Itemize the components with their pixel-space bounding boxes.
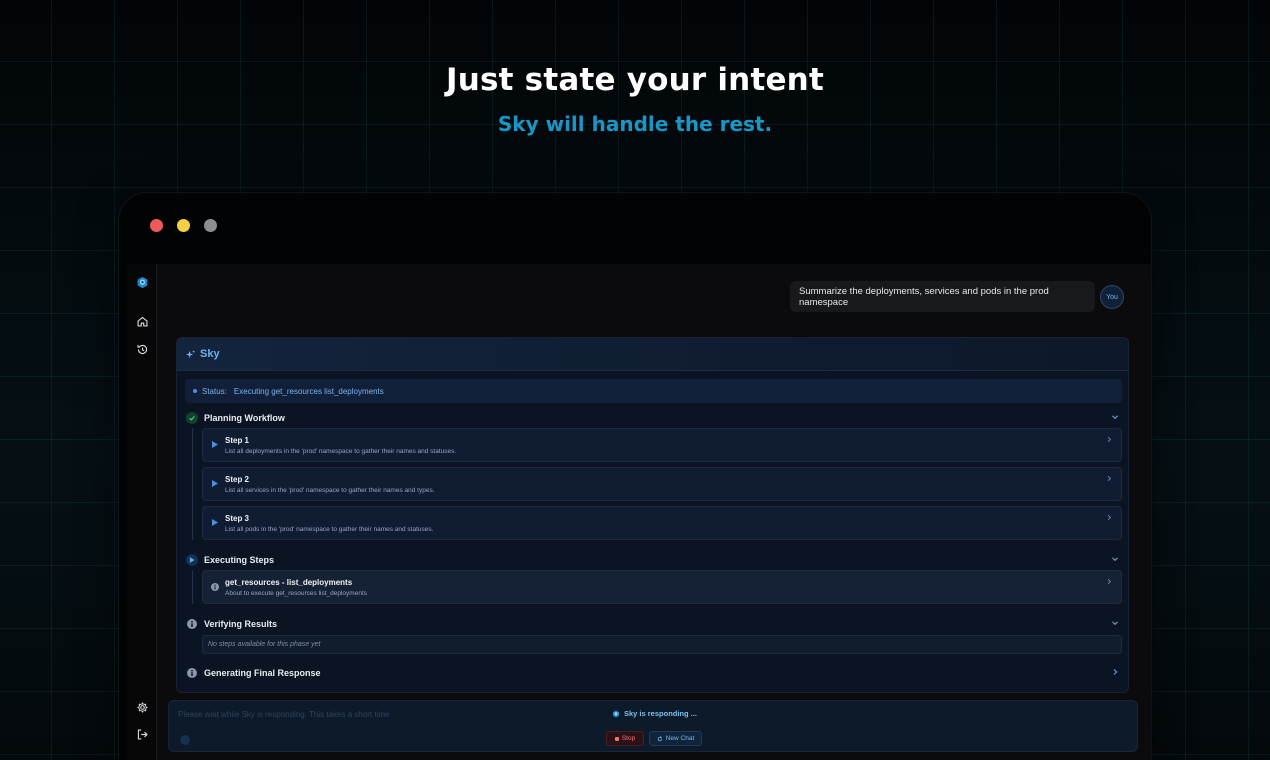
user-message: Summarize the deployments, services and … xyxy=(790,281,1095,312)
refresh-icon xyxy=(657,735,662,741)
new-chat-button[interactable]: New Chat xyxy=(649,731,702,746)
new-chat-label: New Chat xyxy=(665,735,695,742)
logout-icon[interactable] xyxy=(134,726,150,742)
phase-label: Verifying Results xyxy=(204,619,278,629)
responding-text: Sky is responding ... xyxy=(624,709,697,718)
play-icon xyxy=(212,480,218,487)
chevron-down-icon[interactable] xyxy=(1110,554,1120,564)
app-area: Summarize the deployments, services and … xyxy=(127,264,1151,760)
avatar: You xyxy=(1100,285,1124,309)
chevron-right-icon[interactable] xyxy=(1106,514,1113,521)
history-icon[interactable] xyxy=(134,341,150,357)
sky-logo-icon xyxy=(613,710,619,717)
status-dot-icon xyxy=(193,389,197,393)
sky-logo-icon[interactable] xyxy=(134,274,150,290)
phase-executing[interactable]: Executing Steps xyxy=(186,552,1122,568)
plan-step[interactable]: Step 3 List all pods in the 'prod' names… xyxy=(202,506,1122,540)
attach-icon[interactable] xyxy=(180,735,190,745)
window-controls xyxy=(150,219,217,232)
message-input[interactable]: Please wait while Sky is responding. Thi… xyxy=(178,710,390,719)
check-icon xyxy=(186,412,198,424)
gear-icon[interactable] xyxy=(134,699,150,715)
home-icon[interactable] xyxy=(134,313,150,329)
chevron-right-icon[interactable] xyxy=(1106,475,1113,482)
info-icon xyxy=(211,583,219,591)
hero-subtitle: Sky will handle the rest. xyxy=(497,112,773,136)
status-label: Status: xyxy=(202,386,227,396)
chevron-right-icon[interactable] xyxy=(1106,578,1113,585)
execution-item[interactable]: get_resources - list_deployments About t… xyxy=(202,570,1122,604)
step-description: List all deployments in the 'prod' names… xyxy=(225,448,457,455)
phase-label: Planning Workflow xyxy=(204,413,285,423)
empty-phase-note: No steps available for this phase yet xyxy=(202,635,1122,654)
phase-label: Generating Final Response xyxy=(204,668,321,678)
step-title: Step 3 xyxy=(225,514,250,523)
assistant-name: Sky xyxy=(200,348,220,360)
phase-generating[interactable]: Generating Final Response xyxy=(186,665,1122,681)
chevron-right-icon[interactable] xyxy=(1106,436,1113,443)
sidebar xyxy=(127,264,157,760)
responding-indicator: Sky is responding ... xyxy=(612,709,697,718)
phase-rail xyxy=(192,428,193,540)
app-window: Summarize the deployments, services and … xyxy=(119,193,1151,760)
step-description: List all pods in the 'prod' namespace to… xyxy=(225,526,434,533)
status-value: Executing get_resources list_deployments xyxy=(233,386,384,396)
assistant-header: Sky xyxy=(177,338,1128,371)
step-description: List all services in the 'prod' namespac… xyxy=(225,487,435,494)
stop-label: Stop xyxy=(621,735,636,742)
execution-title: get_resources - list_deployments xyxy=(225,578,353,587)
phase-label: Executing Steps xyxy=(204,555,275,565)
status-bar: Status: Executing get_resources list_dep… xyxy=(185,379,1122,403)
phase-verifying[interactable]: Verifying Results xyxy=(186,616,1122,632)
info-icon xyxy=(186,667,198,679)
step-title: Step 2 xyxy=(225,475,250,484)
minimize-window-button[interactable] xyxy=(177,219,190,232)
hero-title: Just state your intent xyxy=(446,62,824,98)
play-circle-icon xyxy=(186,554,198,566)
chevron-right-icon[interactable] xyxy=(1110,667,1120,677)
chevron-down-icon[interactable] xyxy=(1110,412,1120,422)
stop-icon xyxy=(614,736,619,741)
chevron-down-icon[interactable] xyxy=(1110,618,1120,628)
plan-step[interactable]: Step 2 List all services in the 'prod' n… xyxy=(202,467,1122,501)
phase-planning[interactable]: Planning Workflow xyxy=(186,410,1122,426)
info-icon xyxy=(186,618,198,630)
assistant-response-card: Sky Status: Executing get_resources list… xyxy=(176,337,1129,693)
execution-description: About to execute get_resources list_depl… xyxy=(225,590,368,597)
stop-button[interactable]: Stop xyxy=(606,731,644,746)
phase-rail xyxy=(192,570,193,604)
plan-step[interactable]: Step 1 List all deployments in the 'prod… xyxy=(202,428,1122,462)
sparkle-icon xyxy=(186,350,195,358)
close-window-button[interactable] xyxy=(150,219,163,232)
chat-composer: Please wait while Sky is responding. Thi… xyxy=(168,700,1138,752)
step-title: Step 1 xyxy=(225,436,250,445)
maximize-window-button[interactable] xyxy=(204,219,217,232)
play-icon xyxy=(212,441,218,448)
play-icon xyxy=(212,519,218,526)
